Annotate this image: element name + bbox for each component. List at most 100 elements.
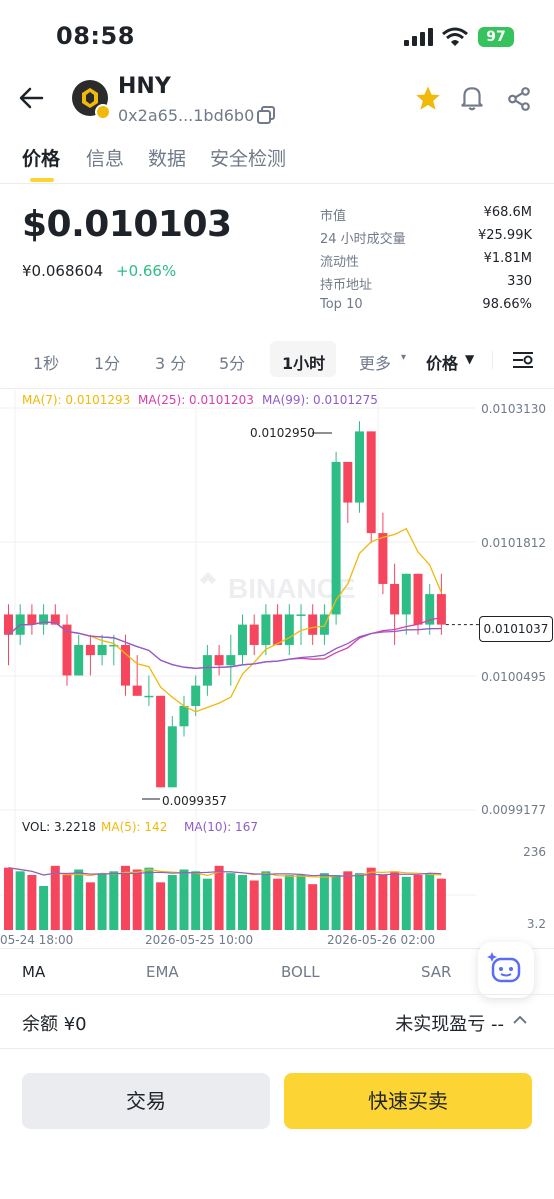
time-axis-label: 2026-05-25 10:00 (145, 933, 254, 947)
candle-body (261, 614, 271, 645)
vol-ma5-line (8, 867, 442, 878)
volume-bar (284, 875, 294, 930)
ma25-line (8, 616, 442, 669)
volume-bar (226, 873, 236, 930)
candle-body (226, 655, 236, 666)
time-axis-label: 2026-05-26 02:00 (327, 933, 436, 947)
indicator-sar[interactable]: SAR (421, 963, 451, 981)
candle-body (74, 644, 84, 676)
y-axis-label: 0.0103130 (481, 402, 546, 416)
candle-body (331, 461, 341, 615)
interval-1s[interactable]: 1秒 (33, 350, 59, 374)
current-price-tag: 0.0101037 (479, 616, 553, 642)
candle-body (144, 695, 154, 698)
unrealized-pnl: 未实现盈亏 -- (395, 1014, 504, 1035)
candle-body (85, 644, 95, 656)
balance-text: 余额 ¥0 (22, 1014, 87, 1035)
interval-3m[interactable]: 3 分 (155, 350, 186, 374)
volume-bar (167, 875, 177, 930)
copy-icon[interactable] (256, 105, 276, 125)
token-name: HNY (118, 74, 171, 99)
volume-bar (132, 869, 142, 930)
tab-data[interactable]: 数据 (148, 144, 186, 171)
volume-bar (273, 878, 283, 930)
divider (0, 994, 554, 995)
vol-ma10-label: MA(10): 167 (184, 820, 258, 834)
volume-bar (436, 878, 446, 930)
candle-body (413, 573, 423, 625)
volume-bar (121, 865, 130, 930)
stat-value-liquidity: ¥1.81M (483, 251, 532, 266)
stat-value-holders: 330 (507, 274, 532, 289)
price-usd: $0.010103 (22, 204, 232, 245)
trade-button[interactable]: 交易 (22, 1073, 270, 1129)
y-axis-label: 0.0100495 (481, 670, 546, 684)
indicator-ema[interactable]: EMA (146, 963, 179, 981)
star-icon[interactable] (414, 84, 442, 112)
volume-bar (50, 865, 60, 930)
vol-axis-label: 236 (523, 845, 546, 859)
high-price-label: 0.0102950 (250, 426, 315, 440)
volume-bar (214, 865, 224, 930)
candlestick-chart[interactable]: BINANCE (0, 390, 554, 950)
candle-body (214, 655, 224, 666)
price-change: +0.66% (116, 262, 177, 280)
candle-body (284, 614, 294, 645)
volume-bar (319, 873, 329, 930)
low-price-label: 0.0099357 (162, 794, 227, 808)
ai-assistant-button[interactable] (478, 942, 534, 998)
candle-body (378, 533, 388, 584)
vol-label: VOL: 3.2218 (22, 820, 96, 834)
share-icon[interactable] (506, 86, 532, 112)
signal-icon (404, 28, 433, 46)
tab-info[interactable]: 信息 (86, 144, 124, 171)
candle-body (132, 685, 142, 696)
candle-body (238, 624, 247, 656)
price-type-select[interactable]: 价格 (426, 350, 458, 374)
candle-body (366, 431, 376, 534)
stat-label-top10: Top 10 (320, 297, 363, 312)
chevron-up-icon[interactable] (512, 1014, 528, 1026)
candle-body (390, 583, 400, 615)
quick-trade-button[interactable]: 快速买卖 (284, 1073, 532, 1129)
interval-more[interactable]: 更多 (359, 350, 391, 374)
y-axis-label: 0.0101812 (481, 536, 546, 550)
volume-bar (202, 878, 212, 930)
status-time: 08:58 (56, 22, 135, 50)
candle-body (296, 614, 306, 616)
ai-robot-icon (487, 952, 521, 983)
interval-1h[interactable]: 1小时 (282, 350, 325, 374)
candle-body (355, 431, 364, 503)
volume-bar (85, 882, 95, 930)
token-address: 0x2a65...1bd6b0 (118, 106, 255, 125)
stat-value-mcap: ¥68.6M (483, 205, 532, 220)
tab-underline (30, 178, 54, 182)
volume-bar (343, 871, 353, 930)
volume-bar (296, 875, 306, 930)
stat-label-volume: 24 小时成交量 (320, 232, 406, 247)
candle-body (191, 685, 201, 706)
interval-1m[interactable]: 1分 (94, 350, 120, 374)
volume-bar (62, 875, 72, 930)
indicator-boll[interactable]: BOLL (281, 963, 320, 981)
chart-settings-icon[interactable] (512, 350, 534, 370)
tab-security[interactable]: 安全检测 (210, 144, 286, 171)
time-axis-label: 05-24 18:00 (0, 933, 74, 947)
back-arrow-icon[interactable] (18, 86, 44, 110)
battery-indicator: 97 (478, 27, 514, 47)
volume-bar (238, 875, 247, 930)
interval-5m[interactable]: 5分 (219, 350, 245, 374)
ma7-line (8, 527, 442, 713)
bell-icon[interactable] (459, 84, 485, 112)
divider (0, 1048, 554, 1049)
price-cny: ¥0.068604 (22, 262, 104, 280)
tab-price[interactable]: 价格 (22, 144, 60, 171)
candle-body (27, 614, 37, 625)
volume-bar (27, 875, 37, 930)
stat-label-liquidity: 流动性 (320, 255, 360, 270)
volume-bar (366, 867, 376, 930)
stat-label-mcap: 市值 (320, 209, 347, 224)
chain-badge-icon (95, 104, 111, 120)
candle-body (97, 644, 107, 656)
indicator-ma[interactable]: MA (22, 963, 45, 981)
